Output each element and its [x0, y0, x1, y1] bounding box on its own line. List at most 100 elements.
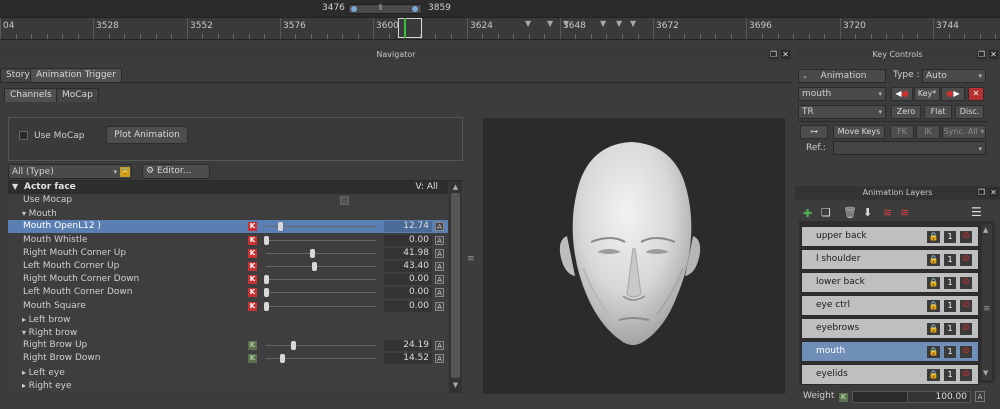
layer-row[interactable]: upper back 🔒 1 ⊘: [801, 226, 979, 247]
range-start-handle[interactable]: [351, 6, 357, 12]
slider-handle[interactable]: [264, 275, 269, 284]
mute-icon[interactable]: ⊘: [960, 277, 972, 289]
close-icon[interactable]: ✕: [989, 50, 998, 59]
mute-icon[interactable]: ⊘: [960, 346, 972, 358]
close-icon[interactable]: ✕: [989, 188, 998, 197]
panel-splitter[interactable]: ≡: [467, 114, 476, 394]
layer-options-icon[interactable]: ≋: [883, 206, 892, 219]
scroll-up-icon[interactable]: ▲: [983, 226, 988, 234]
property-value[interactable]: 0.00: [384, 287, 432, 298]
weight-value[interactable]: 100.00: [907, 391, 971, 403]
tab-channels[interactable]: Channels: [4, 88, 58, 102]
keyframe-marker-icon[interactable]: ▼: [547, 19, 553, 28]
key-button[interactable]: K: [248, 341, 257, 350]
property-row[interactable]: Right Mouth Corner Up K 41.98 A: [8, 247, 448, 260]
scroll-grip-icon[interactable]: ≡: [983, 304, 991, 314]
merge-layer-icon[interactable]: ⬇: [863, 206, 872, 219]
key-button[interactable]: K: [248, 262, 257, 271]
keyframe-marker-icon[interactable]: ▼: [600, 19, 606, 28]
animate-toggle[interactable]: A: [435, 262, 444, 271]
3d-viewer[interactable]: [483, 118, 785, 394]
range-end-value[interactable]: 3859: [428, 3, 451, 13]
key-button[interactable]: Key*: [914, 87, 940, 101]
fk-button[interactable]: FK: [890, 125, 914, 139]
property-value[interactable]: 43.40: [384, 261, 432, 272]
mute-icon[interactable]: ⊘: [960, 323, 972, 335]
duplicate-layer-icon[interactable]: ❏: [821, 206, 831, 219]
property-value[interactable]: 14.52: [384, 353, 432, 364]
value-slider[interactable]: [266, 292, 376, 293]
layer-row[interactable]: l shoulder 🔒 1 ⊘: [801, 249, 979, 270]
property-value[interactable]: 0.00: [384, 301, 432, 312]
key-button[interactable]: K: [248, 249, 257, 258]
value-slider[interactable]: [266, 240, 376, 241]
lock-icon[interactable]: 🔒: [927, 369, 940, 381]
scroll-down-icon[interactable]: ▼: [451, 381, 460, 389]
use-mocap-checkbox[interactable]: [19, 131, 28, 140]
key-type-dropdown[interactable]: Auto ▾: [922, 69, 986, 83]
slider-handle[interactable]: [312, 262, 317, 271]
previous-key-button[interactable]: ◀●: [891, 87, 913, 101]
layer-dropdown[interactable]: mouth ▾: [798, 87, 886, 101]
tab-mocap[interactable]: MoCap: [56, 88, 99, 102]
channel-dropdown[interactable]: TR ▾: [798, 105, 886, 119]
animate-toggle[interactable]: A: [435, 288, 444, 297]
scroll-down-icon[interactable]: ▼: [983, 369, 988, 377]
layer-stack-icon[interactable]: ≋: [900, 206, 909, 219]
property-value[interactable]: 0.00: [384, 274, 432, 285]
key-button[interactable]: K: [248, 288, 257, 297]
mute-icon[interactable]: ⊘: [960, 300, 972, 312]
float-icon[interactable]: ❐: [977, 50, 986, 59]
property-row[interactable]: Mouth Whistle K 0.00 A: [8, 234, 448, 247]
property-row[interactable]: Mouth OpenL12 ) K 12.74 A: [8, 220, 448, 233]
keyframe-marker-icon[interactable]: ▼: [616, 19, 622, 28]
animate-toggle[interactable]: A: [435, 236, 444, 245]
property-group-row[interactable]: ▾ Right brow: [8, 326, 448, 339]
solo-icon[interactable]: 1: [944, 254, 956, 266]
move-keys-button[interactable]: Move Keys: [833, 125, 885, 139]
float-icon[interactable]: ❐: [977, 188, 986, 197]
value-slider[interactable]: [266, 253, 376, 254]
view-filter[interactable]: V: All: [416, 182, 438, 192]
lock-icon[interactable]: 🔒: [927, 346, 940, 358]
ik-button[interactable]: IK: [916, 125, 940, 139]
key-button[interactable]: K: [248, 236, 257, 245]
plot-animation-button[interactable]: Plot Animation: [106, 126, 188, 144]
key-button[interactable]: K: [248, 275, 257, 284]
range-slider[interactable]: ⦀: [348, 3, 422, 14]
zero-button[interactable]: Zero: [891, 105, 921, 119]
flat-button[interactable]: Flat: [924, 105, 952, 119]
lock-icon[interactable]: 🔒: [927, 277, 940, 289]
lock-icon[interactable]: 🔒: [120, 167, 130, 177]
key-filter-icon[interactable]: ⊶: [800, 125, 828, 139]
slider-handle[interactable]: [291, 341, 296, 350]
mode-dropdown[interactable]: ⌄ Animation: [798, 69, 886, 83]
solo-icon[interactable]: 1: [944, 231, 956, 243]
use-mocap-row-checkbox[interactable]: [340, 196, 349, 205]
timeline-ruler[interactable]: 04 3528 3552 3576 3600 3624 3648 3672 3696 3720 37…: [0, 18, 1000, 40]
scroll-thumb[interactable]: [451, 193, 460, 378]
property-value[interactable]: 0.00: [384, 235, 432, 246]
range-start-value[interactable]: 3476: [322, 3, 345, 13]
layer-row[interactable]: eyebrows 🔒 1 ⊘: [801, 318, 979, 339]
playhead-frame[interactable]: [398, 18, 422, 38]
key-button[interactable]: K: [248, 222, 257, 231]
solo-icon[interactable]: 1: [944, 277, 956, 289]
type-filter-dropdown[interactable]: All (Type) ▾ 🔒: [8, 164, 132, 179]
solo-icon[interactable]: 1: [944, 346, 956, 358]
solo-icon[interactable]: 1: [944, 369, 956, 381]
keyframe-marker-icon[interactable]: ▼: [525, 19, 531, 28]
property-row[interactable]: Use Mocap: [8, 194, 448, 207]
sync-all-button[interactable]: Sync. All ▾: [942, 125, 986, 139]
key-button[interactable]: K: [248, 302, 257, 311]
lock-icon[interactable]: 🔒: [927, 254, 940, 266]
animate-toggle[interactable]: A: [435, 275, 444, 284]
slider-handle[interactable]: [280, 354, 285, 363]
next-key-button[interactable]: ●▶: [941, 87, 965, 101]
tab-animation-trigger[interactable]: Animation Trigger: [30, 68, 122, 82]
animate-toggle[interactable]: A: [435, 341, 444, 350]
auto-key-icon[interactable]: A: [975, 391, 985, 402]
slider-handle[interactable]: [264, 288, 269, 297]
head-model[interactable]: [483, 118, 785, 394]
property-group-row[interactable]: ▸ Left eye: [8, 366, 448, 379]
